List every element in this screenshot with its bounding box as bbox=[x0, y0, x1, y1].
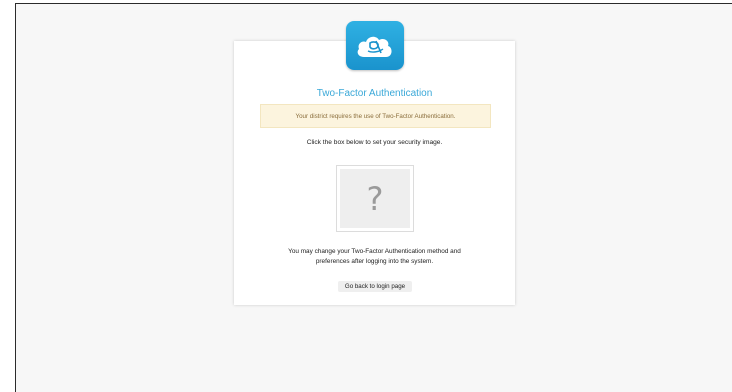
requirement-notice-text: Your district requires the use of Two-Fa… bbox=[295, 112, 456, 120]
change-method-note-line1: You may change your Two-Factor Authentic… bbox=[288, 248, 461, 255]
security-image-box[interactable]: ? bbox=[336, 165, 414, 232]
cloud-logo-icon bbox=[346, 21, 404, 70]
cloud-logo-graphic bbox=[357, 36, 392, 57]
question-mark-icon: ? bbox=[340, 169, 410, 228]
requirement-notice: Your district requires the use of Two-Fa… bbox=[260, 104, 491, 128]
change-method-note-line2: preferences after logging into the syste… bbox=[315, 258, 434, 265]
security-image-instruction: Click the box below to set your security… bbox=[306, 139, 443, 146]
back-to-login-button[interactable]: Go back to login page bbox=[338, 281, 412, 292]
change-method-note: You may change your Two-Factor Authentic… bbox=[234, 247, 515, 267]
page-title: Two-Factor Authentication bbox=[316, 88, 433, 99]
